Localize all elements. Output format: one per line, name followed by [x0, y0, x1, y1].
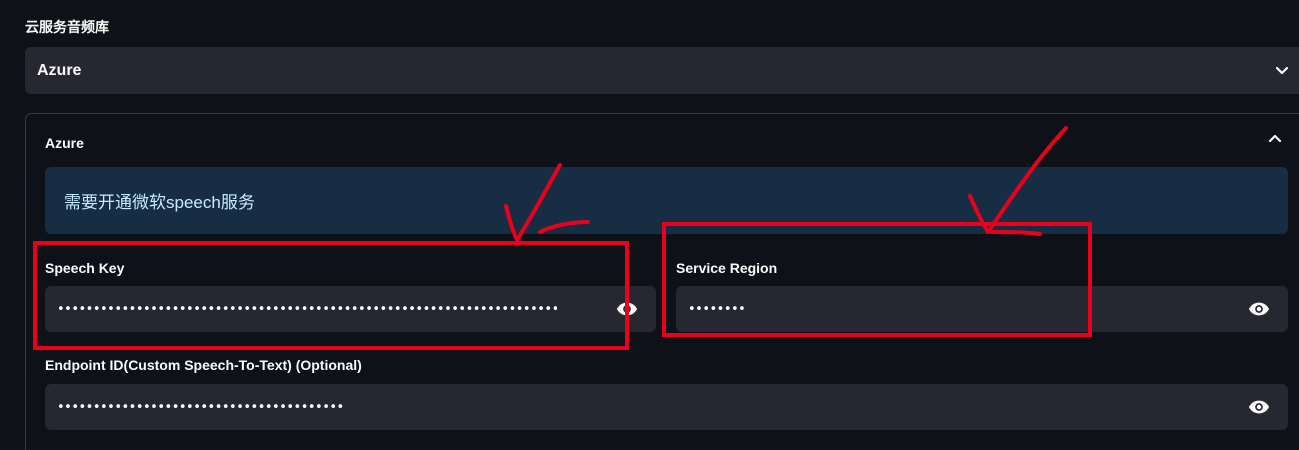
endpoint-id-label: Endpoint ID(Custom Speech-To-Text) (Opti… [45, 357, 362, 373]
expander-title[interactable]: Azure [45, 135, 84, 151]
eye-icon[interactable] [1248, 300, 1270, 318]
settings-page: 云服务音频库 Azure Azure 需要开通微软speech服务 Speech… [0, 0, 1299, 450]
service-region-label: Service Region [676, 260, 778, 276]
endpoint-id-input[interactable]: •••••••••••••••••••••••••••••••••••••••• [45, 384, 1288, 430]
eye-icon[interactable] [616, 300, 638, 318]
section-label: 云服务音频库 [25, 19, 109, 35]
eye-icon[interactable] [1248, 398, 1270, 416]
provider-select-value: Azure [37, 61, 82, 79]
provider-select[interactable]: Azure [25, 47, 1299, 94]
service-region-input[interactable]: •••••••• [676, 286, 1288, 332]
service-region-value: •••••••• [688, 301, 746, 317]
speech-key-value: ••••••••••••••••••••••••••••••••••••••••… [57, 301, 557, 317]
info-alert: 需要开通微软speech服务 [45, 167, 1288, 234]
chevron-up-icon[interactable] [1268, 132, 1282, 146]
speech-key-input[interactable]: ••••••••••••••••••••••••••••••••••••••••… [45, 286, 656, 332]
chevron-down-icon [1275, 66, 1289, 75]
speech-key-label: Speech Key [45, 260, 125, 276]
endpoint-id-value: •••••••••••••••••••••••••••••••••••••••• [57, 399, 344, 415]
info-alert-text: 需要开通微软speech服务 [64, 193, 255, 212]
